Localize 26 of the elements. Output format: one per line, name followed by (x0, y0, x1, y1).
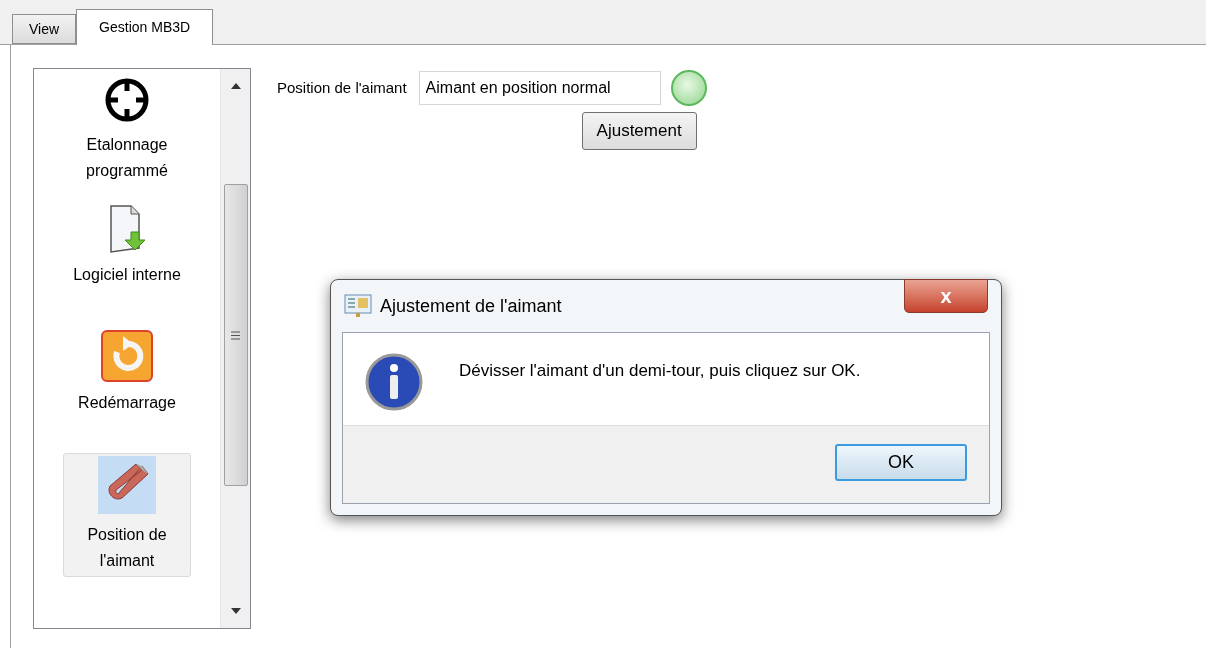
scroll-down-icon[interactable] (230, 608, 241, 614)
tab[interactable]: View (12, 14, 77, 44)
dialog-title: Ajustement de l'aimant (380, 294, 562, 318)
ok-button[interactable]: OK (835, 444, 967, 481)
side-list-item[interactable]: Redémarrage (63, 327, 191, 439)
restart-icon (101, 330, 153, 382)
info-icon (365, 353, 423, 411)
scrollbar[interactable] (220, 69, 250, 628)
item-label: Redémarrage (77, 393, 177, 413)
field-label: Position de l'aimant (277, 77, 407, 98)
position-field[interactable]: Aimant en position normal (418, 71, 661, 105)
tab[interactable]: Gestion MB3D (76, 9, 214, 45)
crosshair-icon (103, 76, 151, 124)
item-label: Logiciel interne (72, 265, 182, 285)
scroll-up-icon[interactable] (230, 83, 241, 89)
magnet-icon (98, 456, 156, 514)
side-list-item[interactable]: Logiciel interne (63, 201, 191, 313)
adjust-button[interactable]: Ajustement (581, 112, 697, 150)
dialog-message: Dévisser l'aimant d'un demi-tour, puis cliquez sur OK. (459, 360, 861, 382)
grip-icon (231, 330, 240, 340)
item-label: Position de l'aimant (86, 525, 168, 571)
window-app-icon (344, 293, 372, 319)
item-label: Etalonnage programmé (85, 135, 169, 181)
side-list-item[interactable]: Position de l'aimant (63, 453, 191, 577)
scroll-thumb[interactable] (223, 184, 248, 486)
side-list-item[interactable]: Etalonnage programmé (63, 73, 191, 187)
